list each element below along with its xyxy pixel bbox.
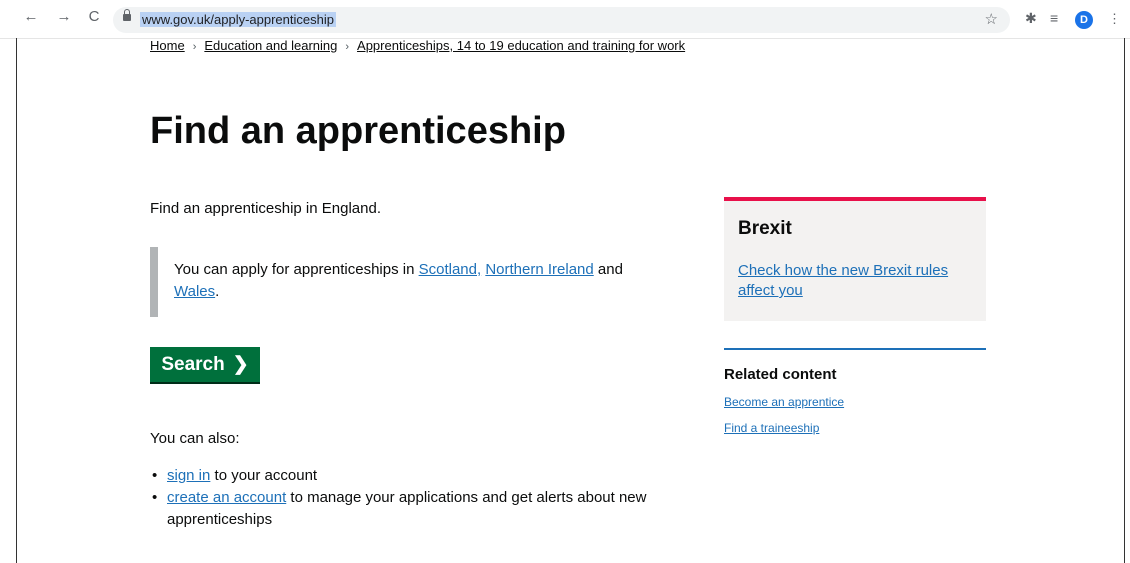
frame-border-left	[16, 38, 17, 563]
breadcrumb-home[interactable]: Home	[150, 38, 185, 53]
frame-border-right	[1124, 38, 1125, 563]
browser-menu-icon[interactable]: ⋮	[1108, 11, 1121, 27]
address-bar[interactable]: www.gov.uk/apply-apprenticeship ☆	[113, 7, 1010, 33]
inset-paragraph: You can apply for apprenticeships in Sco…	[174, 259, 698, 303]
breadcrumb: Home › Education and learning › Apprenticesh…	[150, 38, 685, 53]
wales-link[interactable]: Wales	[174, 283, 215, 300]
lede-text: Find an apprenticeship in England.	[150, 200, 381, 217]
northern-ireland-link[interactable]: Northern Ireland	[485, 261, 593, 278]
forward-icon[interactable]: →	[55, 8, 73, 25]
related-link-become-apprentice[interactable]: Become an apprentice	[724, 395, 986, 409]
related-content: Related content Become an apprentice Fin…	[724, 348, 986, 435]
options-list: sign in to your account create an accoun…	[150, 465, 710, 531]
breadcrumb-separator: ›	[192, 41, 197, 53]
bookmark-star-icon[interactable]: ☆	[985, 10, 998, 28]
inset-text: You can apply for apprenticeships in Sco…	[150, 247, 698, 317]
sign-in-link[interactable]: sign in	[167, 467, 210, 484]
brexit-callout: Brexit Check how the new Brexit rules af…	[724, 197, 986, 321]
inset-text-end: .	[215, 283, 220, 300]
list-item: sign in to your account	[150, 465, 710, 487]
breadcrumb-education[interactable]: Education and learning	[204, 38, 337, 53]
scotland-link[interactable]: Scotland,	[419, 261, 482, 278]
media-control-icon[interactable]: ≡	[1050, 10, 1058, 26]
create-account-link[interactable]: create an account	[167, 489, 286, 506]
also-text: You can also:	[150, 430, 240, 447]
list-item-text: to your account	[210, 467, 318, 484]
inset-text-before: You can apply for apprenticeships in	[174, 261, 419, 278]
page-title: Find an apprenticeship	[150, 110, 566, 152]
search-button-label: Search	[161, 353, 225, 375]
reload-icon[interactable]: C	[85, 8, 103, 25]
extensions-icon[interactable]: ✱	[1025, 10, 1037, 27]
profile-avatar[interactable]: D	[1075, 11, 1093, 29]
search-button[interactable]: Search ❯	[150, 347, 260, 382]
breadcrumb-apprenticeships[interactable]: Apprenticeships, 14 to 19 education and …	[357, 38, 685, 53]
related-link-find-traineeship[interactable]: Find a traineeship	[724, 421, 986, 435]
lock-icon	[123, 9, 131, 21]
chevron-right-icon: ❯	[232, 354, 249, 375]
brexit-title: Brexit	[738, 218, 792, 239]
brexit-link[interactable]: Check how the new Brexit rules affect yo…	[738, 261, 978, 301]
list-item: create an account to manage your applica…	[150, 487, 710, 531]
url-text[interactable]: www.gov.uk/apply-apprenticeship	[140, 12, 336, 27]
inset-text-and: and	[593, 261, 623, 278]
breadcrumb-separator: ›	[345, 41, 350, 53]
browser-toolbar: ← → C www.gov.uk/apply-apprenticeship ☆ …	[0, 0, 1130, 39]
related-content-title: Related content	[724, 366, 837, 383]
back-icon[interactable]: ←	[22, 8, 40, 25]
